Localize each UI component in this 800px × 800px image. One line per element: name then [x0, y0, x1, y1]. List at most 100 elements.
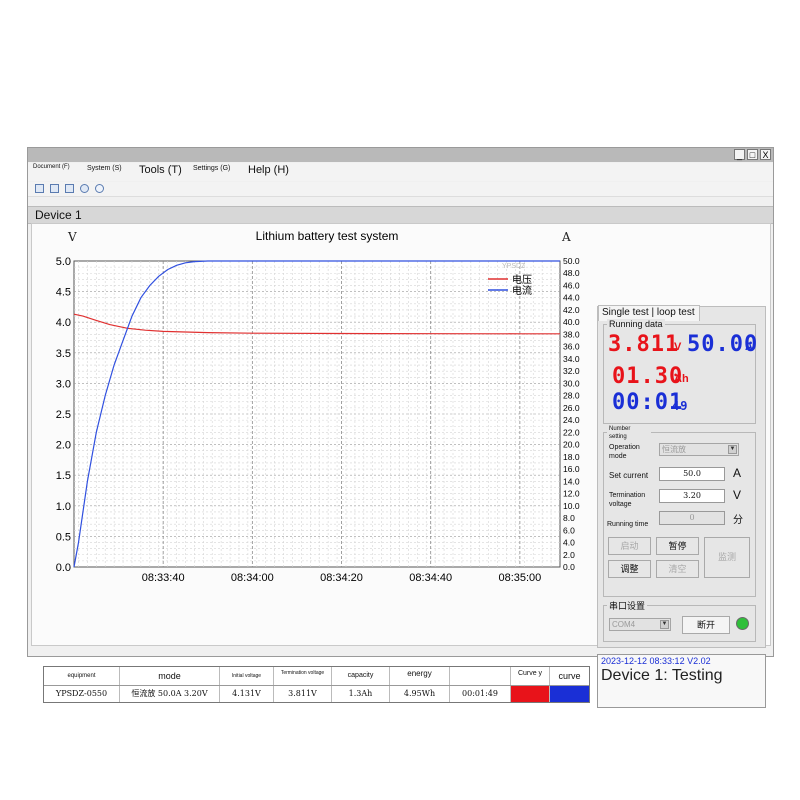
wrench-icon[interactable] — [80, 184, 89, 193]
control-panel: Single test | loop test Running data 3.8… — [597, 305, 766, 648]
right-y-tick-label: 46.0 — [563, 280, 580, 290]
disconnect-button[interactable]: 断开 — [682, 616, 730, 634]
operation-mode-label: Operation mode — [609, 444, 640, 460]
col-header-elapsed — [450, 667, 511, 685]
start-button[interactable]: 启动 — [608, 537, 651, 555]
left-y-tick-label: 4.5 — [56, 287, 71, 299]
termination-voltage-input[interactable]: 3.20 — [659, 489, 725, 503]
cell-termination-voltage: 3.811V — [274, 686, 332, 702]
current-unit: A — [745, 341, 753, 353]
chart-title: Lithium battery test system — [256, 229, 399, 243]
right-y-tick-label: 4.0 — [563, 538, 575, 548]
col-header-curve-y: Curve y — [511, 667, 550, 685]
right-y-tick-label: 26.0 — [563, 403, 580, 413]
menu-system[interactable]: System (S) — [87, 165, 122, 172]
set-current-unit: A — [733, 466, 742, 480]
operation-mode-select[interactable]: 恒流放 ▼ — [659, 443, 739, 456]
x-tick-label: 08:34:40 — [409, 572, 452, 584]
legend-label: 电流 — [512, 284, 532, 297]
right-y-tick-label: 28.0 — [563, 391, 580, 401]
connection-status-indicator — [736, 617, 749, 630]
col-header-mode: mode — [120, 667, 220, 685]
left-y-tick-label: 2.5 — [56, 409, 71, 421]
menu-document[interactable]: Document (F) — [33, 163, 73, 171]
app-window: _ □ X Document (F) System (S) Tools (T) … — [27, 147, 774, 708]
x-tick-label: 08:35:00 — [498, 572, 541, 584]
time-seconds-readout: 49 — [672, 399, 689, 413]
col-header-energy: energy — [390, 667, 450, 685]
device-tab-strip: Device 1 — [28, 206, 773, 224]
save-icon[interactable] — [50, 184, 59, 193]
right-y-tick-label: 50.0 — [563, 256, 580, 266]
title-bar: _ □ X — [28, 148, 773, 162]
running-data-group: Running data 3.811 V 50.00 A 01.30 Ah 00… — [603, 319, 757, 424]
voltage-readout: 3.811 — [608, 332, 680, 357]
chevron-down-icon[interactable]: ▼ — [728, 445, 737, 454]
serial-settings-group: 串口设置 COM4 ▼ 断开 — [603, 599, 756, 642]
menu-tools[interactable]: Tools (T) — [139, 164, 182, 176]
set-current-label: Set current — [609, 471, 649, 480]
results-table: equipment mode Initial voltage Terminati… — [43, 666, 590, 703]
cell-initial-voltage: 4.131V — [220, 686, 274, 702]
adjust-button[interactable]: 调整 — [608, 560, 651, 578]
pause-button[interactable]: 暂停 — [656, 537, 699, 555]
minimize-button[interactable]: _ — [734, 149, 745, 160]
right-y-tick-label: 20.0 — [563, 440, 580, 450]
set-current-input[interactable]: 50.0 — [659, 467, 725, 481]
monitor-button[interactable]: 监测 — [704, 537, 750, 578]
right-y-tick-label: 16.0 — [563, 464, 580, 474]
menu-settings[interactable]: Settings (G) — [193, 165, 230, 172]
clear-button[interactable]: 清空 — [656, 560, 699, 578]
right-y-tick-label: 22.0 — [563, 427, 580, 437]
device-panel: Lithium battery test system V A 08:33:40… — [31, 223, 771, 708]
right-y-tick-label: 48.0 — [563, 268, 580, 278]
chat-icon[interactable] — [95, 184, 104, 193]
menu-help[interactable]: Help (H) — [248, 164, 289, 176]
left-y-tick-label: 3.5 — [56, 348, 71, 360]
running-time-input[interactable]: 0 — [659, 511, 725, 525]
cell-equipment: YPSDZ-0550 — [44, 686, 120, 702]
right-y-tick-label: 44.0 — [563, 293, 580, 303]
running-time-label: Running time — [607, 521, 649, 528]
capacity-unit: Ah — [674, 373, 689, 385]
right-y-tick-label: 0.0 — [563, 562, 575, 572]
cell-mode: 恒流放 50.0A 3.20V — [120, 686, 220, 702]
right-y-tick-label: 38.0 — [563, 329, 580, 339]
new-file-icon[interactable] — [35, 184, 44, 193]
right-y-tick-label: 36.0 — [563, 342, 580, 352]
chevron-down-icon[interactable]: ▼ — [660, 620, 669, 629]
left-y-tick-label: 5.0 — [56, 256, 71, 268]
serial-port-select[interactable]: COM4 ▼ — [609, 618, 671, 631]
right-y-tick-label: 2.0 — [563, 550, 575, 560]
tab-device-1[interactable]: Device 1 — [35, 208, 82, 222]
legend-label: 电压 — [512, 273, 532, 286]
col-header-termination-voltage: Termination voltage — [274, 667, 332, 685]
left-axis-label: V — [67, 230, 77, 244]
right-axis-label: A — [561, 230, 571, 244]
curve-swatch[interactable] — [550, 686, 589, 702]
close-button[interactable]: X — [760, 149, 771, 160]
capacity-readout: 01.30 — [612, 364, 684, 389]
status-timestamp: 2023-12-12 08:33:12 V2.02 — [601, 656, 711, 666]
termination-voltage-label: Termination voltage — [609, 492, 646, 508]
chart-watermark: YPSDZ — [502, 263, 526, 270]
number-setting-label: Number setting — [607, 425, 651, 441]
left-y-tick-label: 0.0 — [56, 562, 71, 574]
col-header-equipment: equipment — [44, 667, 120, 685]
left-y-tick-label: 2.0 — [56, 440, 71, 452]
right-y-tick-label: 14.0 — [563, 476, 580, 486]
right-y-tick-label: 30.0 — [563, 378, 580, 388]
curve-y-swatch[interactable] — [511, 686, 550, 702]
print-icon[interactable] — [65, 184, 74, 193]
left-y-tick-label: 1.5 — [56, 470, 71, 482]
right-y-tick-label: 34.0 — [563, 354, 580, 364]
status-message: Device 1: Testing — [601, 667, 723, 684]
maximize-button[interactable]: □ — [747, 149, 758, 160]
right-y-tick-label: 42.0 — [563, 305, 580, 315]
right-y-tick-label: 8.0 — [563, 513, 575, 523]
operation-mode-value: 恒流放 — [662, 445, 686, 454]
right-y-tick-label: 18.0 — [563, 452, 580, 462]
termination-voltage-unit: V — [733, 488, 742, 502]
status-box: 2023-12-12 08:33:12 V2.02 Device 1: Test… — [597, 654, 766, 708]
running-time-unit: 分 — [733, 515, 743, 526]
